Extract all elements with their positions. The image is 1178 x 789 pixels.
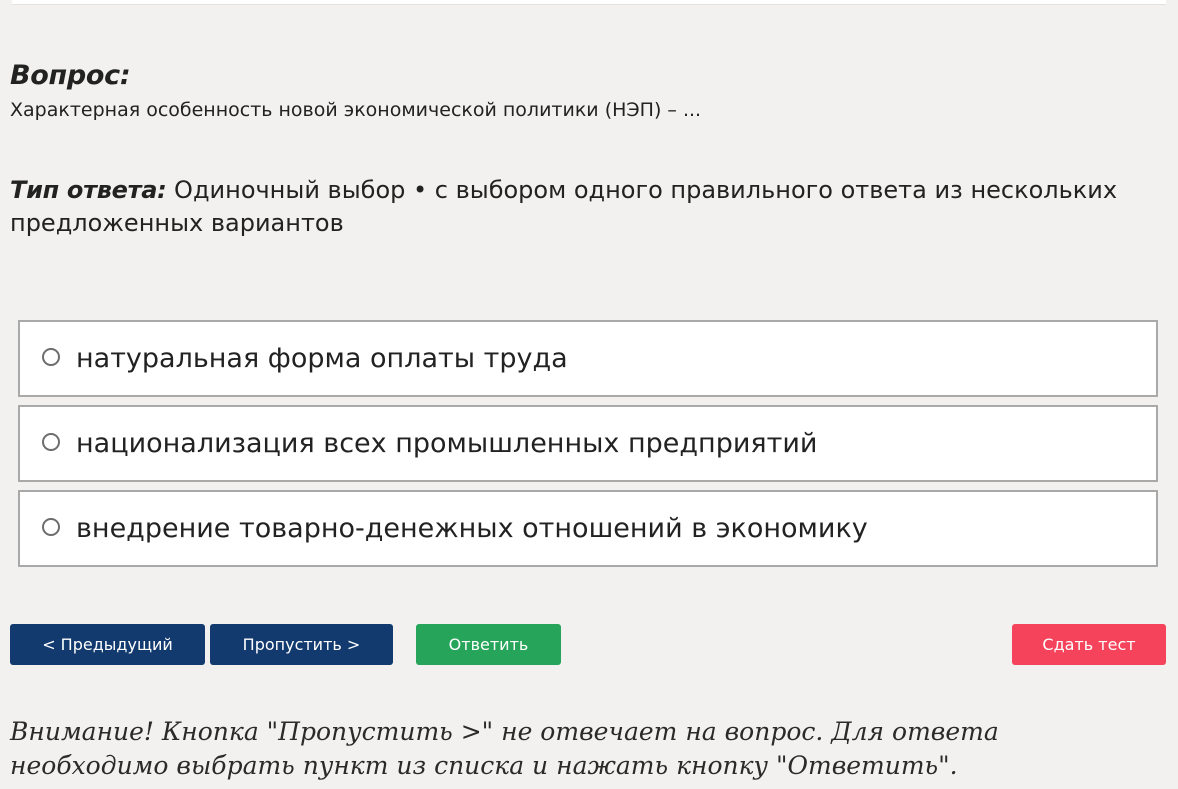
- question-heading: Вопрос:: [10, 60, 131, 91]
- answer-option-1[interactable]: натуральная форма оплаты труда: [18, 320, 1158, 397]
- skip-button[interactable]: Пропустить >: [210, 624, 393, 665]
- top-panel: [12, 0, 1166, 5]
- answer-option-3[interactable]: внедрение товарно-денежных отношений в э…: [18, 490, 1158, 567]
- previous-button[interactable]: < Предыдущий: [10, 624, 205, 665]
- radio-icon[interactable]: [42, 517, 60, 536]
- answer-button[interactable]: Ответить: [416, 624, 561, 665]
- answer-option-label: национализация всех промышленных предпри…: [76, 428, 818, 459]
- warning-note: Внимание! Кнопка "Пропустить >" не отвеч…: [10, 717, 999, 780]
- answer-option-label: натуральная форма оплаты труда: [76, 343, 568, 374]
- answer-option-label: внедрение товарно-денежных отношений в э…: [76, 513, 868, 544]
- answer-type-label: Тип ответа:: [10, 176, 167, 204]
- submit-test-button[interactable]: Сдать тест: [1012, 624, 1166, 665]
- answer-options: натуральная форма оплаты труда национали…: [18, 320, 1158, 575]
- radio-icon[interactable]: [42, 347, 60, 366]
- radio-icon[interactable]: [42, 432, 60, 451]
- answer-type-value: Одиночный выбор • с выбором одного прави…: [10, 176, 1118, 237]
- question-text: Характерная особенность новой экономичес…: [10, 99, 702, 121]
- answer-type: Тип ответа: Одиночный выбор • с выбором …: [10, 174, 1150, 240]
- answer-option-2[interactable]: национализация всех промышленных предпри…: [18, 405, 1158, 482]
